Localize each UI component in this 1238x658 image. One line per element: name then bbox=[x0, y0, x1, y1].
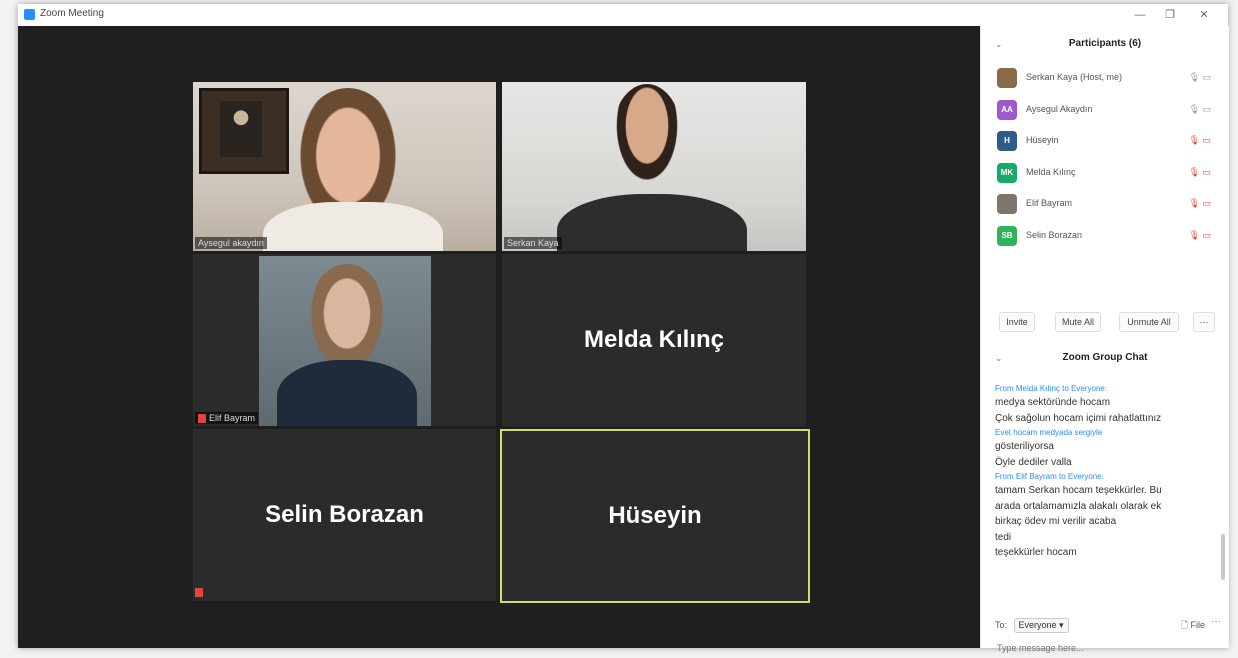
participant-row[interactable]: AA Aysegul Akaydın 🎙 ▭ bbox=[981, 96, 1229, 128]
video-tile-serkan[interactable]: Serkan Kaya bbox=[502, 82, 806, 251]
chat-title: Zoom Group Chat bbox=[1062, 352, 1148, 363]
participants-header: ⌄ Participants (6) bbox=[981, 32, 1229, 56]
chat-message: birkaç ödev mi verilir acaba bbox=[995, 516, 1117, 527]
muted-mic-camera-icons: 🎙 ▭ bbox=[1188, 229, 1211, 240]
video-feed bbox=[502, 82, 806, 251]
muted-mic-icon bbox=[198, 414, 206, 423]
minimize-button[interactable]: — bbox=[1126, 6, 1154, 24]
participant-name: Serkan Kaya (Host, me) bbox=[1026, 72, 1123, 82]
chat-messages: From Melda Kılınç to Everyone: medya sek… bbox=[995, 382, 1215, 561]
participant-name: Melda Kılınç bbox=[1026, 166, 1076, 177]
collapse-chevron-icon[interactable]: ⌄ bbox=[995, 346, 1003, 370]
chat-more-button[interactable]: ··· bbox=[1211, 616, 1221, 627]
participant-row[interactable]: MK Melda Kılınç 🎙 ▭ bbox=[981, 159, 1229, 191]
video-tile-melda[interactable]: Melda Kılınç bbox=[502, 254, 806, 426]
window-title: Zoom Meeting bbox=[40, 8, 104, 19]
chat-message: tamam Serkan hocam teşekkürler. Bu bbox=[995, 485, 1162, 496]
video-tile-elif[interactable]: Elif Bayram bbox=[193, 254, 496, 426]
avatar bbox=[997, 194, 1017, 214]
close-button[interactable]: ✕ bbox=[1190, 6, 1218, 24]
unmute-all-button[interactable]: Unmute All bbox=[1119, 312, 1179, 332]
participant-row[interactable]: Elif Bayram 🎙 ▭ bbox=[981, 190, 1229, 222]
avatar: MK bbox=[997, 162, 1017, 183]
video-tile-aysegul[interactable]: Aysegul akaydın bbox=[193, 82, 496, 251]
participant-actions: Invite Mute All Unmute All ··· bbox=[981, 306, 1229, 336]
participant-body bbox=[263, 202, 443, 251]
recipient-dropdown[interactable]: Everyone ▾ bbox=[1013, 618, 1069, 633]
zoom-window: Zoom Meeting — ❐ ✕ Aysegul akaydın Serka… bbox=[18, 4, 1229, 658]
side-panel: ⌄ Participants (6) Serkan Kaya (Host, me… bbox=[980, 26, 1229, 658]
chat-message: tedi bbox=[995, 531, 1012, 543]
participants-list: Serkan Kaya (Host, me) 🎙 ▭ AA Aysegul Ak… bbox=[981, 64, 1229, 253]
participant-row[interactable]: Serkan Kaya (Host, me) 🎙 ▭ bbox=[981, 64, 1229, 96]
chat-sender: Evet hocam medyada sergiyle bbox=[995, 428, 1103, 437]
video-tile-selin[interactable]: Selin Borazan bbox=[193, 429, 496, 601]
chat-recipient: To: Everyone ▾ bbox=[995, 618, 1069, 633]
avatar: AA bbox=[997, 99, 1017, 120]
participant-body bbox=[277, 360, 417, 426]
muted-mic-camera-icons: 🎙 ▭ bbox=[1188, 166, 1211, 177]
video-tile-huseyin-active-speaker[interactable]: Hüseyin bbox=[500, 429, 810, 603]
avatar bbox=[997, 68, 1017, 88]
collapse-chevron-icon[interactable]: ⌄ bbox=[995, 32, 1003, 56]
participant-figure bbox=[307, 264, 387, 374]
chat-scrollbar[interactable] bbox=[1221, 534, 1225, 580]
mute-all-button[interactable]: Mute All bbox=[1055, 312, 1101, 332]
mic-camera-icons: 🎙 ▭ bbox=[1188, 103, 1211, 114]
name-tag: Elif Bayram bbox=[195, 411, 259, 424]
name-tag: Serkan Kaya bbox=[504, 237, 562, 249]
file-button[interactable]: 🗋 File bbox=[1181, 618, 1205, 634]
avatar: SB bbox=[997, 225, 1017, 246]
participant-name: Elif Bayram bbox=[1026, 198, 1073, 208]
muted-mic-camera-icons: 🎙 ▭ bbox=[1188, 198, 1211, 208]
invite-button[interactable]: Invite bbox=[999, 312, 1035, 332]
portrait-frame bbox=[199, 88, 289, 174]
to-label: To: bbox=[995, 620, 1008, 630]
chat-sender: From Elif Bayram to Everyone: bbox=[995, 472, 1104, 481]
chat-message: arada ortalamamızla alakalı olarak ek bbox=[995, 500, 1162, 512]
chat-message: Çok sağolun hocam içimi rahatlattınız bbox=[995, 412, 1162, 424]
participants-title: Participants (6) bbox=[1068, 38, 1142, 49]
chat-message: gösteriliyorsa bbox=[995, 441, 1054, 452]
chat-message: medya sektöründe hocam bbox=[995, 397, 1111, 408]
participant-row[interactable]: SB Selin Borazan 🎙 ▭ bbox=[981, 222, 1229, 254]
chat-sender: From Melda Kılınç to Everyone: bbox=[995, 384, 1108, 393]
mic-camera-icons: 🎙 ▭ bbox=[1188, 72, 1211, 82]
file-label: File bbox=[1190, 620, 1205, 630]
participant-name: Hüseyin bbox=[1026, 135, 1059, 145]
zoom-app-icon bbox=[24, 9, 35, 20]
chat-message: Öyle dediler valla bbox=[995, 456, 1072, 468]
video-gallery: Aysegul akaydın Serkan Kaya Elif Bayram … bbox=[18, 26, 980, 648]
chat-message-input[interactable] bbox=[995, 638, 1219, 658]
maximize-button[interactable]: ❐ bbox=[1156, 6, 1184, 24]
participant-name: Selin Borazan bbox=[265, 501, 424, 528]
participant-figure bbox=[612, 84, 682, 188]
chat-header: ⌄ Zoom Group Chat bbox=[981, 346, 1229, 370]
participant-row[interactable]: H Hüseyin 🎙 ▭ bbox=[981, 127, 1229, 159]
participant-body bbox=[557, 194, 747, 251]
participant-name: Selin Borazan bbox=[1026, 229, 1083, 240]
muted-mic-camera-icons: 🎙 ▭ bbox=[1188, 135, 1211, 145]
file-icon: 🗋 bbox=[1180, 620, 1188, 630]
participant-name: Elif Bayram bbox=[209, 412, 256, 423]
participant-name: Melda Kılınç bbox=[583, 326, 725, 353]
participant-name: Aysegul Akaydın bbox=[1026, 103, 1093, 114]
title-bar: Zoom Meeting — ❐ ✕ bbox=[18, 4, 1228, 26]
video-feed bbox=[193, 82, 496, 251]
more-options-button[interactable]: ··· bbox=[1193, 312, 1215, 332]
video-feed bbox=[259, 256, 431, 426]
muted-mic-icon bbox=[195, 588, 203, 597]
chat-message: teşekkürler hocam bbox=[995, 547, 1077, 558]
participant-name: Hüseyin bbox=[608, 502, 702, 529]
name-tag: Aysegul akaydın bbox=[195, 237, 267, 249]
avatar: H bbox=[997, 131, 1017, 151]
